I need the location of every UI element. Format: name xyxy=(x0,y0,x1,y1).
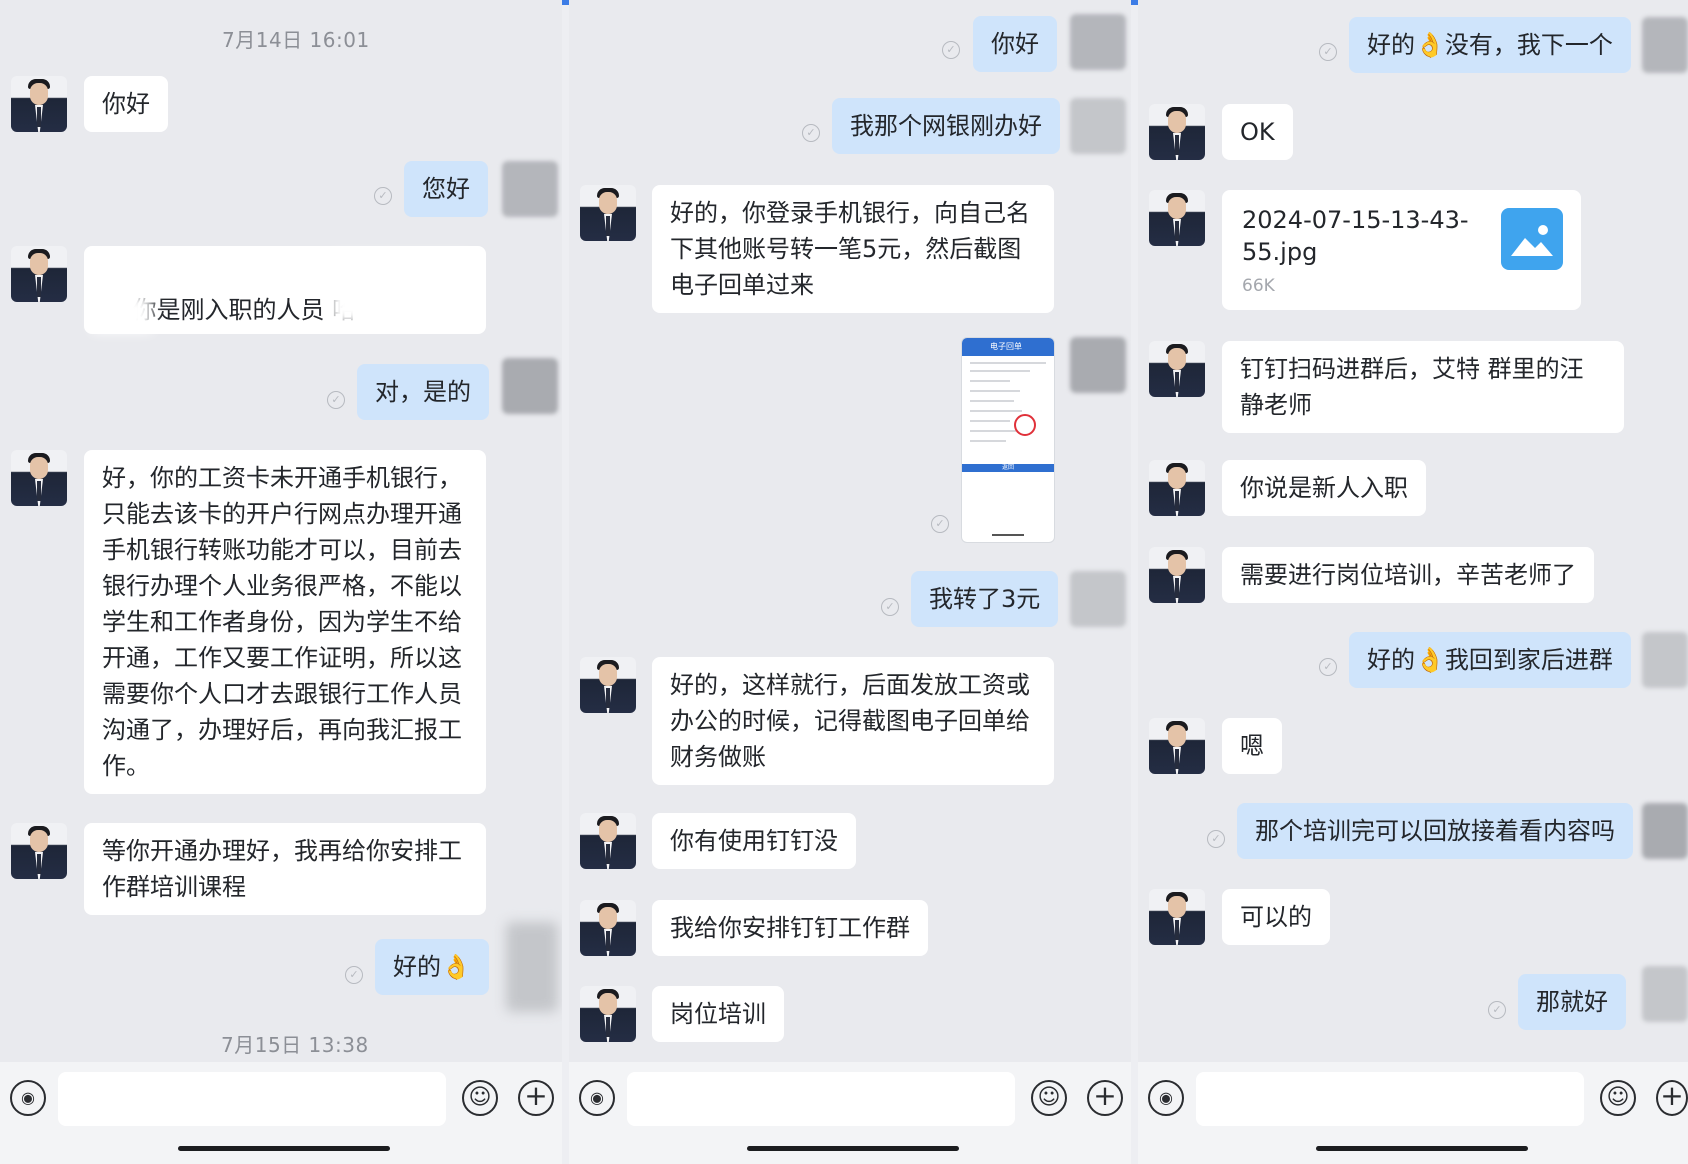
incoming-message[interactable]: 你有使用钉钉没 xyxy=(652,813,856,869)
redacted-overlay xyxy=(92,294,152,332)
read-check-icon: ✓ xyxy=(374,187,392,205)
incoming-message[interactable]: 你说是新人入职 xyxy=(1222,460,1426,516)
contact-avatar[interactable] xyxy=(1149,460,1205,516)
incoming-message[interactable]: 好的，你登录手机银行，向自己名下其他账号转一笔5元，然后截图电子回单过来 xyxy=(652,185,1054,313)
outgoing-message[interactable]: 那个培训完可以回放接着看内容吗 xyxy=(1237,803,1633,859)
home-indicator xyxy=(747,1146,959,1151)
contact-avatar[interactable] xyxy=(1149,190,1205,246)
contact-avatar[interactable] xyxy=(580,185,636,241)
plus-icon[interactable]: + xyxy=(1656,1080,1688,1116)
incoming-message[interactable]: OK xyxy=(1222,104,1293,160)
contact-avatar[interactable] xyxy=(1149,547,1205,603)
message-text: 你是刚入职的人员 哈 xyxy=(132,296,357,324)
read-check-icon: ✓ xyxy=(881,598,899,616)
chat-panel-3: ✓ 好的👌没有，我下一个 OK 2024-07-15-13-43-55.jpg … xyxy=(1138,0,1688,1164)
outgoing-message[interactable]: 我转了3元 xyxy=(911,571,1059,627)
my-avatar[interactable] xyxy=(1642,803,1688,859)
contact-avatar[interactable] xyxy=(11,76,67,132)
home-indicator xyxy=(1316,1146,1528,1151)
input-bar: ◉ ☺ + xyxy=(1138,1062,1688,1164)
receipt-header: 电子回单 xyxy=(962,338,1054,356)
outgoing-message[interactable]: 好的👌 xyxy=(375,939,489,995)
message-input[interactable] xyxy=(58,1072,446,1126)
receipt-title: 电子回单 xyxy=(990,342,1022,351)
voice-icon[interactable]: ◉ xyxy=(579,1080,615,1116)
input-bar: ◉ ☺ + xyxy=(569,1062,1131,1164)
read-check-icon: ✓ xyxy=(802,124,820,142)
contact-avatar[interactable] xyxy=(580,657,636,713)
incoming-message[interactable]: 可以的 xyxy=(1222,889,1330,945)
timestamp: 7月14日 16:01 xyxy=(222,28,370,52)
contact-avatar[interactable] xyxy=(1149,889,1205,945)
plus-icon[interactable]: + xyxy=(1087,1080,1123,1116)
read-check-icon: ✓ xyxy=(1319,43,1337,61)
file-name: 2024-07-15-13-43-55.jpg xyxy=(1242,206,1469,266)
my-avatar[interactable] xyxy=(1070,571,1126,627)
my-avatar[interactable] xyxy=(1642,632,1688,688)
image-file-icon xyxy=(1501,208,1563,270)
incoming-message[interactable]: 好，你的工资卡未开通手机银行，只能去该卡的开户行网点办理开通手机银行转账功能才可… xyxy=(84,450,486,794)
my-avatar[interactable] xyxy=(502,161,558,217)
incoming-message[interactable]: 钉钉扫码进群后，艾特 群里的汪静老师 xyxy=(1222,341,1624,433)
home-indicator xyxy=(178,1146,390,1151)
read-check-icon: ✓ xyxy=(327,391,345,409)
chat-panel-1: 7月14日 16:01 你好 ✓ 您好 你是刚入职的人员 哈 ✓ 对，是的 好，… xyxy=(0,0,562,1164)
my-avatar[interactable] xyxy=(1642,17,1688,73)
file-size: 66K xyxy=(1242,276,1275,296)
redacted-overlay xyxy=(330,254,470,324)
incoming-message[interactable]: 好的，这样就行，后面发放工资或办公的时候，记得截图电子回单给财务做账 xyxy=(652,657,1054,785)
read-check-icon: ✓ xyxy=(345,966,363,984)
contact-avatar[interactable] xyxy=(580,900,636,956)
message-input[interactable] xyxy=(627,1072,1015,1126)
input-bar: ◉ ☺ + xyxy=(0,1062,562,1164)
red-stamp-icon xyxy=(1014,414,1036,436)
incoming-message[interactable]: 我给你安排钉钉工作群 xyxy=(652,900,928,956)
read-check-icon: ✓ xyxy=(942,41,960,59)
outgoing-message[interactable]: 好的👌我回到家后进群 xyxy=(1349,632,1631,688)
contact-avatar[interactable] xyxy=(1149,104,1205,160)
my-avatar[interactable] xyxy=(506,922,558,1012)
read-check-icon: ✓ xyxy=(931,515,949,533)
contact-avatar[interactable] xyxy=(1149,718,1205,774)
voice-icon[interactable]: ◉ xyxy=(1148,1080,1184,1116)
contact-avatar[interactable] xyxy=(11,450,67,506)
my-avatar[interactable] xyxy=(1642,966,1688,1022)
read-check-icon: ✓ xyxy=(1488,1001,1506,1019)
emoji-icon[interactable]: ☺ xyxy=(1031,1080,1067,1116)
read-check-icon: ✓ xyxy=(1319,658,1337,676)
outgoing-message[interactable]: 好的👌没有，我下一个 xyxy=(1349,17,1631,73)
outgoing-message[interactable]: 对，是的 xyxy=(357,364,489,420)
my-avatar[interactable] xyxy=(502,358,558,414)
message-input[interactable] xyxy=(1196,1072,1584,1126)
emoji-icon[interactable]: ☺ xyxy=(462,1080,498,1116)
outgoing-message[interactable]: 我那个网银刚办好 xyxy=(832,98,1060,154)
receipt-screenshot-image[interactable]: 电子回单 返回 xyxy=(961,337,1055,543)
file-message-card[interactable]: 2024-07-15-13-43-55.jpg 66K xyxy=(1222,190,1581,310)
contact-avatar[interactable] xyxy=(11,823,67,879)
read-check-icon: ✓ xyxy=(1207,830,1225,848)
contact-avatar[interactable] xyxy=(580,813,636,869)
incoming-message[interactable]: 岗位培训 xyxy=(652,986,784,1042)
my-avatar[interactable] xyxy=(1070,14,1126,70)
outgoing-message[interactable]: 你好 xyxy=(973,16,1057,72)
incoming-message[interactable]: 等你开通办理好，我再给你安排工作群培训课程 xyxy=(84,823,486,915)
incoming-message[interactable]: 需要进行岗位培训，辛苦老师了 xyxy=(1222,547,1594,603)
contact-avatar[interactable] xyxy=(1149,341,1205,397)
chat-panel-2: ✓ 你好 ✓ 我那个网银刚办好 好的，你登录手机银行，向自己名下其他账号转一笔5… xyxy=(569,0,1131,1164)
contact-avatar[interactable] xyxy=(580,986,636,1042)
emoji-icon[interactable]: ☺ xyxy=(1600,1080,1636,1116)
outgoing-message[interactable]: 您好 xyxy=(404,161,488,217)
plus-icon[interactable]: + xyxy=(518,1080,554,1116)
voice-icon[interactable]: ◉ xyxy=(10,1080,46,1116)
incoming-message[interactable]: 你好 xyxy=(84,76,168,132)
contact-avatar[interactable] xyxy=(11,246,67,302)
incoming-message[interactable]: 嗯 xyxy=(1222,718,1282,774)
outgoing-message[interactable]: 那就好 xyxy=(1518,974,1626,1030)
my-avatar[interactable] xyxy=(1070,337,1126,393)
my-avatar[interactable] xyxy=(1070,98,1126,154)
timestamp: 7月15日 13:38 xyxy=(221,1033,369,1057)
receipt-return-button: 返回 xyxy=(962,464,1054,472)
